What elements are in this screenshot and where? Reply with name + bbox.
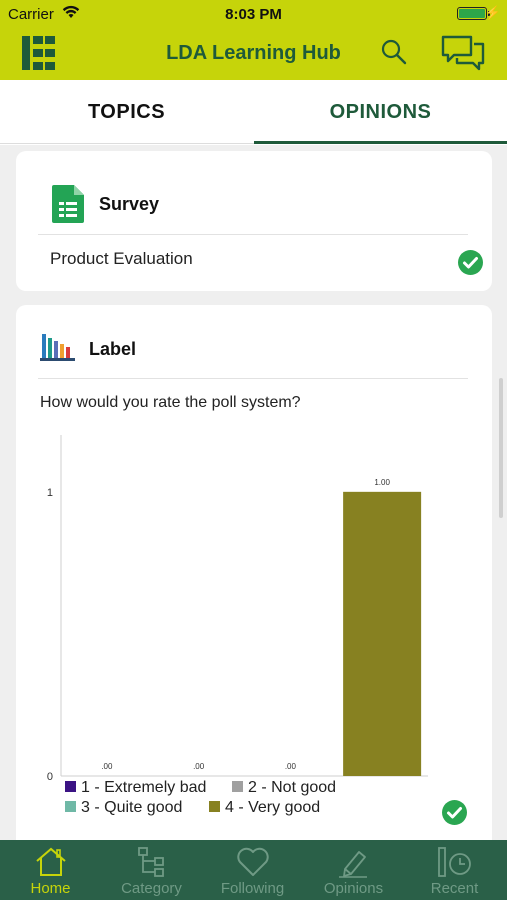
legend-item: 3 - Quite good	[65, 799, 182, 817]
legend-item: 1 - Extremely bad	[65, 779, 206, 797]
bottom-tab-label: Recent	[430, 880, 479, 897]
poll-results-chart: 01.00.00.001.00	[47, 435, 428, 783]
clock: 8:03 PM	[225, 6, 282, 23]
y-tick-label: 0	[47, 771, 53, 783]
legend-label: 4 - Very good	[225, 799, 321, 816]
survey-item[interactable]: Product Evaluation	[50, 249, 193, 269]
hierarchy-icon	[137, 847, 164, 877]
home-icon	[35, 847, 66, 876]
charging-bolt-icon: ⚡	[484, 5, 501, 20]
bar-value-label: 1.00	[374, 478, 390, 487]
bar-value-label: .00	[285, 762, 297, 771]
scrollbar[interactable]	[499, 378, 503, 518]
legend-swatch	[209, 801, 220, 812]
legend-swatch	[65, 781, 76, 792]
legend-swatch	[232, 781, 243, 792]
page-title: LDA Learning Hub	[166, 42, 341, 64]
bottom-tab-home[interactable]: Home	[0, 840, 101, 900]
bottom-tab-label: Home	[30, 880, 71, 897]
bar	[343, 491, 422, 776]
heart-icon	[236, 847, 269, 876]
bottom-tab-bar: Home Category Following Opinions Recent	[0, 840, 507, 900]
segment-tabs: TOPICS OPINIONS	[0, 80, 507, 144]
top-bar: Carrier 8:03 PM ⚡ LDA Learning Hub	[0, 0, 507, 80]
divider	[38, 234, 468, 235]
tab-topics[interactable]: TOPICS	[0, 80, 253, 144]
legend-swatch	[65, 801, 76, 812]
chat-bubbles-icon[interactable]	[440, 34, 486, 72]
legend-label: 2 - Not good	[248, 779, 337, 796]
nav-bar: LDA Learning Hub	[0, 28, 507, 80]
bar-value-label: .00	[101, 762, 113, 771]
survey-title: Survey	[99, 194, 160, 214]
survey-card[interactable]: Survey Product Evaluation	[16, 151, 492, 291]
legend-label: 3 - Quite good	[81, 799, 183, 816]
completed-check-icon	[442, 800, 467, 825]
bottom-tab-recent[interactable]: Recent	[404, 840, 505, 900]
bottom-tab-label: Opinions	[323, 880, 384, 897]
legend-item: 2 - Not good	[232, 779, 336, 797]
bottom-tab-label: Following	[220, 880, 285, 897]
bottom-tab-label: Category	[121, 880, 182, 897]
recent-clock-icon	[437, 847, 471, 877]
active-tab-indicator	[254, 141, 507, 144]
legend-label: 1 - Extremely bad	[81, 779, 207, 796]
y-tick-label: 1	[47, 487, 53, 499]
legend-item: 4 - Very good	[209, 799, 320, 817]
bottom-tab-following[interactable]: Following	[202, 840, 303, 900]
tab-opinions[interactable]: OPINIONS	[254, 80, 507, 144]
battery-charging-icon	[457, 7, 487, 20]
completed-check-icon	[458, 250, 483, 275]
bar-value-label: .00	[193, 762, 205, 771]
status-bar: Carrier 8:03 PM ⚡	[0, 0, 507, 28]
spreadsheet-icon	[52, 185, 84, 223]
search-icon[interactable]	[380, 38, 408, 66]
opinions-feed[interactable]: Survey Product Evaluation Label How woul…	[0, 145, 507, 840]
bottom-tab-category[interactable]: Category	[101, 840, 202, 900]
poll-card[interactable]: Label How would you rate the poll system…	[16, 305, 492, 840]
pen-icon	[338, 851, 367, 878]
bottom-tab-opinions[interactable]: Opinions	[303, 840, 404, 900]
